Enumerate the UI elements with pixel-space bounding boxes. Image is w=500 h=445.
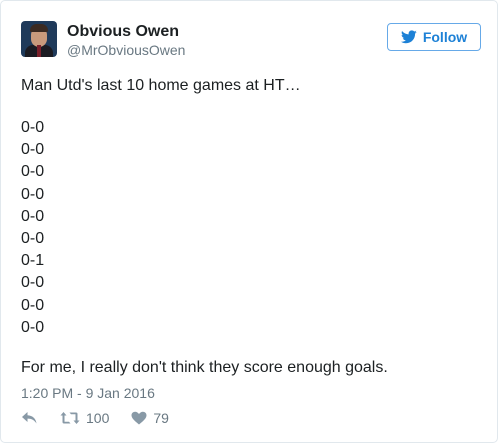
- retweet-button[interactable]: 100: [60, 410, 109, 426]
- score-line: 0-0: [21, 119, 45, 136]
- tweet-actions: 100 79: [21, 410, 191, 426]
- tweet-timestamp[interactable]: 1:20 PM - 9 Jan 2016: [21, 384, 155, 402]
- tweet-intro: Man Utd's last 10 home games at HT…: [21, 77, 301, 94]
- tweet-closing: For me, I really don't think they score …: [21, 359, 388, 376]
- like-button[interactable]: 79: [131, 410, 169, 426]
- reply-icon: [22, 412, 37, 424]
- twitter-bird-icon: [400, 30, 417, 44]
- like-count: 79: [153, 410, 169, 426]
- score-line: 0-0: [21, 274, 45, 292]
- retweet-count: 100: [86, 410, 110, 426]
- heart-icon: [131, 411, 147, 425]
- tweet-card: Obvious Owen @MrObviousOwen Follow Man U…: [0, 0, 498, 443]
- retweet-icon: [60, 412, 80, 424]
- reply-button[interactable]: [21, 411, 38, 425]
- score-line: 0-0: [21, 230, 45, 248]
- score-line: 0-0: [21, 207, 45, 225]
- score-line: 0-0: [21, 318, 45, 336]
- score-line: 0-0: [21, 185, 45, 203]
- follow-label: Follow: [422, 29, 468, 45]
- score-line: 0-1: [21, 252, 45, 270]
- score-line: 0-0: [21, 141, 45, 159]
- author-name[interactable]: Obvious Owen: [67, 23, 179, 41]
- score-line: 0-0: [21, 163, 45, 181]
- author-handle[interactable]: @MrObviousOwen: [67, 42, 185, 58]
- score-line: 0-0: [21, 296, 45, 314]
- follow-button[interactable]: Follow: [387, 23, 481, 51]
- score-list: 0-0 0-0 0-0 0-0 0-0 0-0 0-1 0-0 0-0 0-0: [21, 117, 44, 339]
- author-avatar[interactable]: [21, 21, 57, 57]
